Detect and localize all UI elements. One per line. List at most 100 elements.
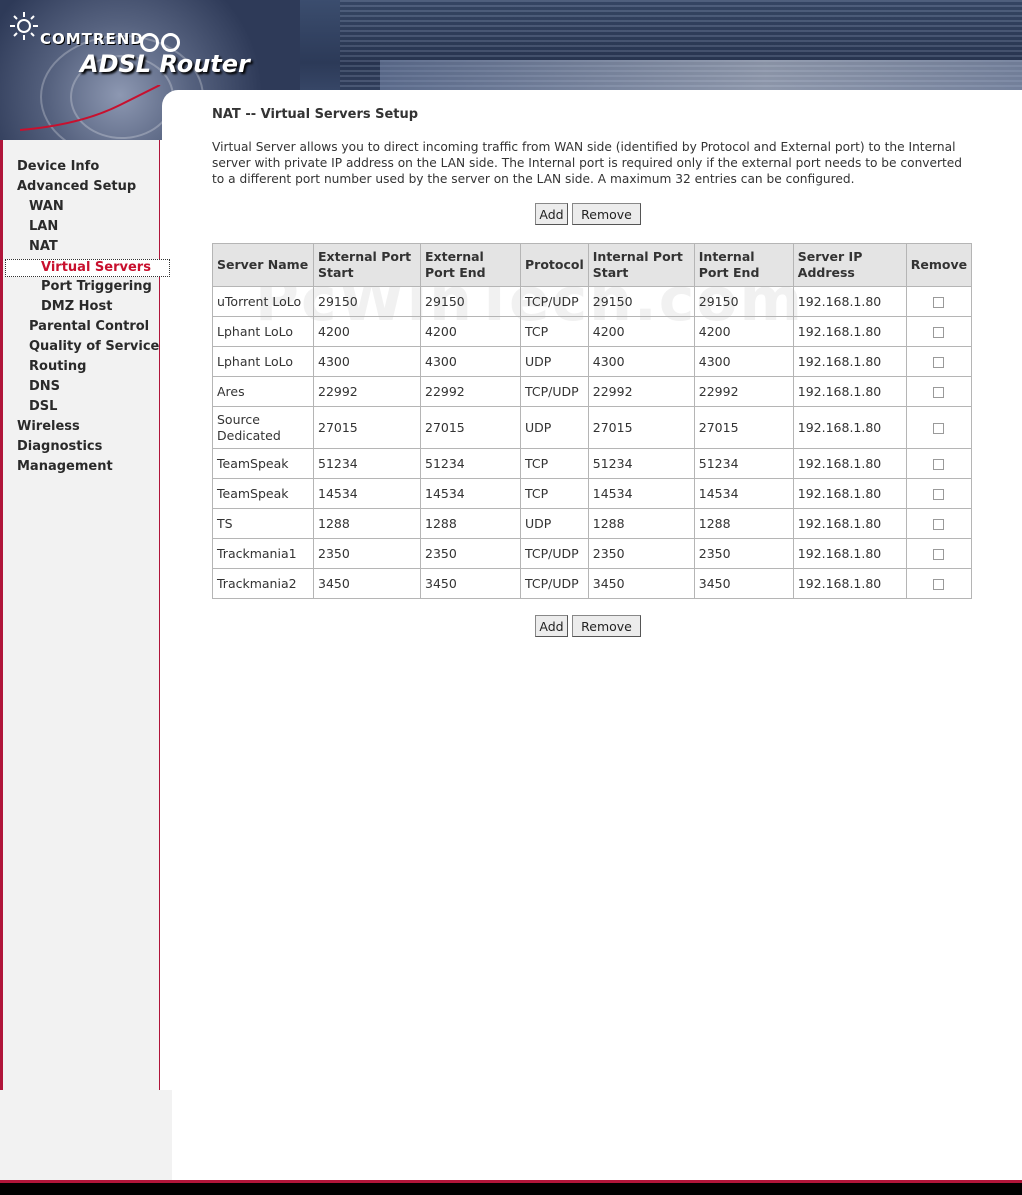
table-cell: 29150: [420, 286, 521, 317]
remove-cell: [905, 568, 973, 599]
table-cell: 51234: [693, 448, 794, 479]
product-name: ADSL Router: [80, 50, 250, 78]
table-cell: 1288: [587, 508, 695, 539]
remove-button[interactable]: Remove: [572, 203, 641, 225]
sidebar-item-wan[interactable]: WAN: [29, 199, 64, 215]
brand-name: COMTREND: [40, 30, 144, 48]
table-cell: 2350: [587, 538, 695, 569]
table-cell: 1288: [693, 508, 794, 539]
remove-checkbox[interactable]: [933, 518, 945, 530]
table-cell: TCP: [520, 448, 589, 479]
table-cell: 192.168.1.80: [792, 568, 907, 599]
sidebar-item-lan[interactable]: LAN: [29, 219, 58, 235]
table-cell: 1288: [420, 508, 521, 539]
sidebar-item-quality-of-service[interactable]: Quality of Service: [29, 339, 159, 355]
table-cell: 4200: [313, 316, 421, 347]
sidebar-item-virtual-servers[interactable]: Virtual Servers: [5, 259, 170, 277]
remove-cell: [905, 316, 973, 347]
sidebar-item-management[interactable]: Management: [17, 459, 113, 475]
sidebar-item-advanced-setup[interactable]: Advanced Setup: [17, 179, 136, 195]
table-cell: Trackmania2: [212, 568, 314, 599]
table-cell: uTorrent LoLo: [212, 286, 314, 317]
sidebar-item-routing[interactable]: Routing: [29, 359, 86, 375]
table-cell: 51234: [313, 448, 421, 479]
page-description: Virtual Server allows you to direct inco…: [212, 140, 963, 186]
col-server-name: Server Name: [212, 243, 314, 287]
remove-checkbox[interactable]: [933, 356, 945, 368]
sidebar-item-dns[interactable]: DNS: [29, 379, 60, 395]
table-cell: UDP: [520, 346, 589, 377]
table-cell: 51234: [420, 448, 521, 479]
table-cell: 3450: [420, 568, 521, 599]
table-cell: UDP: [520, 508, 589, 539]
remove-checkbox[interactable]: [933, 386, 945, 398]
table-body: uTorrent LoLo 29150 29150 TCP/UDP 29150 29150…: [212, 286, 973, 599]
remove-cell: [905, 286, 973, 317]
table-cell: 192.168.1.80: [792, 508, 907, 539]
table-cell: 14534: [587, 478, 695, 509]
table-row: Trackmania2 3450 3450 TCP/UDP 3450 3450 192.16…: [212, 568, 973, 599]
table-cell: Ares: [212, 376, 314, 407]
remove-checkbox[interactable]: [933, 326, 945, 338]
remove-checkbox[interactable]: [933, 548, 945, 560]
remove-cell: [905, 448, 973, 479]
remove-cell: [905, 406, 973, 449]
remove-cell: [905, 538, 973, 569]
table-cell: Source Dedicated: [212, 406, 314, 449]
table-cell: Lphant LoLo: [212, 316, 314, 347]
add-button[interactable]: Add: [535, 203, 568, 225]
table-cell: 192.168.1.80: [792, 406, 907, 449]
table-row: TeamSpeak 51234 51234 TCP 51234 51234 192.168.…: [212, 448, 973, 479]
remove-cell: [905, 346, 973, 377]
remove-cell: [905, 376, 973, 407]
remove-checkbox[interactable]: [933, 422, 945, 434]
sidebar-item-wireless[interactable]: Wireless: [17, 419, 80, 435]
table-cell: 29150: [693, 286, 794, 317]
sidebar-item-dmz-host[interactable]: DMZ Host: [41, 299, 112, 315]
table-cell: 51234: [587, 448, 695, 479]
table-cell: 22992: [313, 376, 421, 407]
table-cell: TS: [212, 508, 314, 539]
table-cell: 4300: [313, 346, 421, 377]
table-cell: TCP/UDP: [520, 568, 589, 599]
table-cell: 192.168.1.80: [792, 346, 907, 377]
sidebar-bottom: [0, 1090, 172, 1180]
table-row: Lphant LoLo 4300 4300 UDP 4300 4300 192.168.1.…: [212, 346, 973, 377]
col-external-port-start: External Port Start: [313, 243, 421, 287]
table-cell: TCP/UDP: [520, 376, 589, 407]
remove-checkbox[interactable]: [933, 458, 945, 470]
remove-checkbox[interactable]: [933, 488, 945, 500]
table-cell: 29150: [313, 286, 421, 317]
table-row: Source Dedicated 27015 27015 UDP 27015 27015 1…: [212, 406, 973, 449]
table-cell: 1288: [313, 508, 421, 539]
col-internal-port-end: Internal Port End: [693, 243, 794, 287]
table-row: Ares 22992 22992 TCP/UDP 22992 22992 192.168.1…: [212, 376, 973, 407]
sidebar-item-nat[interactable]: NAT: [29, 239, 58, 255]
sidebar-item-dsl[interactable]: DSL: [29, 399, 57, 415]
sidebar-item-device-info[interactable]: Device Info: [17, 159, 99, 175]
table-cell: 192.168.1.80: [792, 376, 907, 407]
remove-button-bottom[interactable]: Remove: [572, 615, 641, 637]
table-cell: 2350: [420, 538, 521, 569]
col-external-port-end: External Port End: [420, 243, 521, 287]
table-cell: 14534: [420, 478, 521, 509]
remove-checkbox[interactable]: [933, 578, 945, 590]
add-button-bottom[interactable]: Add: [535, 615, 568, 637]
remove-checkbox[interactable]: [933, 296, 945, 308]
sidebar-item-parental-control[interactable]: Parental Control: [29, 319, 149, 335]
table-cell: TCP/UDP: [520, 286, 589, 317]
table-cell: 29150: [587, 286, 695, 317]
table-cell: 192.168.1.80: [792, 448, 907, 479]
table-cell: 192.168.1.80: [792, 538, 907, 569]
sidebar-item-port-triggering[interactable]: Port Triggering: [41, 279, 152, 295]
red-swoosh-icon: [20, 85, 161, 131]
table-cell: Lphant LoLo: [212, 346, 314, 377]
table-cell: 2350: [313, 538, 421, 569]
col-protocol: Protocol: [520, 243, 589, 287]
table-cell: 3450: [313, 568, 421, 599]
table-cell: 4300: [587, 346, 695, 377]
remove-cell: [905, 508, 973, 539]
sidebar-item-diagnostics[interactable]: Diagnostics: [17, 439, 102, 455]
table-cell: 4300: [420, 346, 521, 377]
header-bar: [380, 60, 1022, 90]
